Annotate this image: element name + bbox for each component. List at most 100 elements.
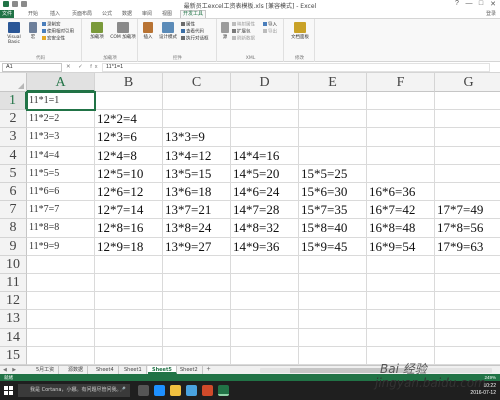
task-view-icon[interactable]	[138, 385, 149, 396]
cell-g9[interactable]: 17*9=63	[435, 238, 500, 256]
cell-d8[interactable]: 14*8=32	[231, 219, 299, 238]
app-icon[interactable]	[202, 385, 213, 396]
record-macro-button[interactable]: 录制宏	[42, 22, 61, 28]
cell-a9[interactable]: 11*9=9	[27, 237, 95, 256]
help-button[interactable]: ?	[452, 0, 462, 8]
cell-e5[interactable]: 15*5=25	[299, 164, 367, 183]
visual-basic-button[interactable]: Visual Basic	[1, 22, 27, 45]
cell-c13[interactable]	[163, 310, 231, 329]
formula-buttons[interactable]: ✕ ✓ fx	[66, 63, 101, 72]
row-header-8[interactable]: 8	[0, 219, 27, 238]
formula-input[interactable]: 11*1=1	[102, 63, 490, 72]
row-header-9[interactable]: 9	[0, 237, 27, 256]
cell-b6[interactable]: 12*6=12	[95, 183, 163, 202]
row-header-3[interactable]: 3	[0, 128, 27, 147]
row-header-4[interactable]: 4	[0, 146, 27, 165]
cell-e3[interactable]	[299, 128, 367, 147]
row-header-5[interactable]: 5	[0, 164, 27, 183]
cell-g14[interactable]	[435, 329, 500, 347]
horizontal-scrollbar[interactable]	[260, 368, 492, 373]
row-header-7[interactable]: 7	[0, 201, 27, 220]
cell-b15[interactable]	[95, 346, 163, 365]
cell-g7[interactable]: 17*7=49	[435, 201, 500, 220]
cortana-search-box[interactable]: 我是 Cortana，小娜。有问题尽管问我。 🎤	[18, 384, 130, 397]
column-header-d[interactable]: D	[231, 73, 299, 92]
cell-a11[interactable]	[27, 274, 95, 293]
cell-c4[interactable]: 13*4=12	[163, 146, 231, 165]
xml-source-button[interactable]: 源	[219, 22, 231, 40]
column-header-f[interactable]: F	[367, 73, 435, 92]
xml-export-button[interactable]: 导出	[263, 29, 277, 35]
cell-e13[interactable]	[299, 310, 367, 329]
cell-e10[interactable]	[299, 255, 367, 274]
cell-b4[interactable]: 12*4=8	[95, 146, 163, 165]
cell-g2[interactable]	[435, 110, 500, 129]
cell-g13[interactable]	[435, 310, 500, 329]
cell-d11[interactable]	[231, 274, 299, 293]
properties-button[interactable]: 属性	[181, 22, 195, 28]
cell-a8[interactable]: 11*8=8	[27, 219, 95, 238]
cell-b10[interactable]	[95, 255, 163, 274]
cell-a3[interactable]: 11*3=3	[27, 128, 95, 147]
cell-b12[interactable]	[95, 292, 163, 311]
cell-g4[interactable]	[435, 147, 500, 165]
refresh-data-button[interactable]: 刷新数据	[232, 36, 255, 42]
cell-d15[interactable]	[231, 346, 299, 365]
cell-e1[interactable]	[299, 92, 367, 111]
expansion-packs-button[interactable]: 扩展包	[232, 29, 251, 35]
cell-g6[interactable]	[435, 183, 500, 202]
cell-g10[interactable]	[435, 256, 500, 274]
cell-b11[interactable]	[95, 274, 163, 293]
cell-a10[interactable]	[27, 255, 95, 274]
cell-d7[interactable]: 14*7=28	[231, 201, 299, 220]
cell-c5[interactable]: 13*5=15	[163, 164, 231, 183]
cell-a7[interactable]: 11*7=7	[27, 201, 95, 220]
sheet-tab-sheet5[interactable]: Sheet5	[148, 366, 177, 374]
cell-c3[interactable]: 13*3=9	[163, 128, 231, 147]
cell-e12[interactable]	[299, 292, 367, 311]
cell-a14[interactable]	[27, 328, 95, 347]
minimize-button[interactable]: —	[464, 0, 474, 8]
cell-f11[interactable]	[367, 274, 435, 293]
cell-e6[interactable]: 15*6=30	[299, 183, 367, 202]
sheet-tab-sheet2[interactable]: Sheet2	[176, 366, 203, 374]
macro-security-button[interactable]: 宏安全性	[42, 36, 65, 42]
cell-b8[interactable]: 12*8=16	[95, 219, 163, 238]
cell-f1[interactable]	[367, 92, 435, 111]
row-header-14[interactable]: 14	[0, 328, 27, 347]
cell-d3[interactable]	[231, 128, 299, 147]
cell-d1[interactable]	[231, 92, 299, 111]
cell-f3[interactable]	[367, 128, 435, 147]
cell-g3[interactable]	[435, 128, 500, 147]
cell-c12[interactable]	[163, 292, 231, 311]
tab-page-layout[interactable]: 页面布局	[70, 10, 94, 18]
cell-d9[interactable]: 14*9=36	[231, 237, 299, 256]
cell-f6[interactable]: 16*6=36	[367, 183, 435, 202]
design-mode-button[interactable]: 设计模式	[157, 22, 179, 40]
tab-insert[interactable]: 插入	[48, 10, 62, 18]
cell-e9[interactable]: 15*9=45	[299, 237, 367, 256]
add-sheet-button[interactable]: +	[204, 366, 213, 374]
cell-c6[interactable]: 13*6=18	[163, 183, 231, 202]
sign-in-link[interactable]: 登录	[486, 10, 496, 18]
row-header-2[interactable]: 2	[0, 110, 27, 129]
cell-e7[interactable]: 15*7=35	[299, 201, 367, 220]
zoom-level[interactable]: 249%	[484, 374, 496, 381]
tab-home[interactable]: 开始	[26, 10, 40, 18]
cell-e4[interactable]	[299, 146, 367, 165]
cell-c15[interactable]	[163, 346, 231, 365]
xml-import-button[interactable]: 导入	[263, 22, 277, 28]
tab-file[interactable]: 文件	[0, 10, 15, 18]
column-header-a[interactable]: A	[27, 73, 95, 92]
cell-f2[interactable]	[367, 110, 435, 129]
insert-control-button[interactable]: 插入	[140, 22, 156, 40]
document-panel-button[interactable]: 文档面板	[287, 22, 313, 40]
map-properties-button[interactable]: 映射属性	[232, 22, 255, 28]
file-explorer-icon[interactable]	[170, 385, 181, 396]
store-icon[interactable]	[186, 385, 197, 396]
row-header-13[interactable]: 13	[0, 310, 27, 329]
tab-view[interactable]: 视图	[160, 10, 174, 18]
tab-review[interactable]: 审阅	[140, 10, 154, 18]
cell-d12[interactable]	[231, 292, 299, 311]
column-header-c[interactable]: C	[163, 73, 231, 92]
